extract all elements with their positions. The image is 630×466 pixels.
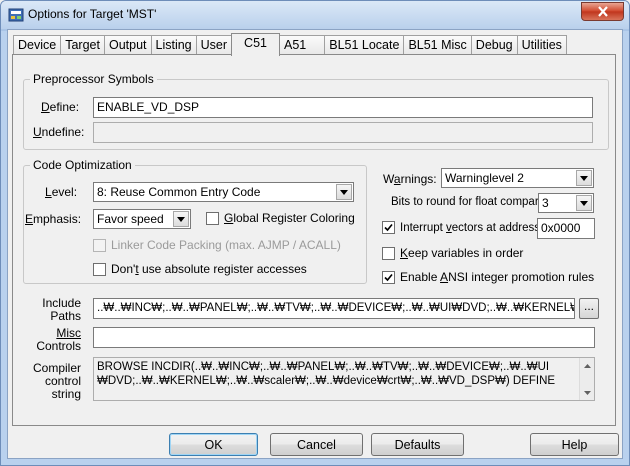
ok-button[interactable]: OK [169,433,258,456]
tab-strip: Device Target Output Listing User C51 A5… [13,33,567,56]
compiler-string-line: ₩DVD;..₩..₩KERNEL₩;..₩..₩scaler₩;..₩..₩d… [97,375,556,387]
checkmark-icon [384,273,393,281]
cancel-button[interactable]: Cancel [270,433,363,456]
warnings-select-value: Warninglevel 2 [445,171,524,185]
checkbox-box[interactable] [93,238,106,252]
global-register-coloring-checkbox[interactable]: Global Register Coloring [206,211,355,225]
define-input[interactable]: ENABLE_VD_DSP [93,97,593,118]
close-icon [597,6,608,17]
misc-controls-label: Misc Controls [36,326,81,353]
include-paths-label: Include Paths [42,296,81,323]
define-label: Define: [41,100,80,114]
compiler-control-string[interactable]: BROWSE INCDIR(..₩..₩INC₩;..₩..₩PANEL₩;..… [93,357,595,401]
emphasis-dropdown-arrow[interactable] [173,211,189,227]
level-select-value: 8: Reuse Common Entry Code [97,185,261,199]
chevron-down-icon [584,390,591,395]
chevron-down-icon [580,175,588,181]
window-title: Options for Target 'MST' [28,7,157,21]
tab-user[interactable]: User [195,35,233,55]
include-paths-input[interactable]: ..₩..₩INC₩;..₩..₩PANEL₩;..₩..₩TV₩;..₩..₩… [93,298,575,319]
dialog-client: Device Target Output Listing User C51 A5… [7,29,623,459]
scroll-down-arrow[interactable] [580,385,595,400]
tab-target[interactable]: Target [60,35,105,55]
browse-include-button[interactable]: ... [579,298,599,319]
level-select[interactable]: 8: Reuse Common Entry Code [93,182,354,202]
ansi-promotion-checkbox[interactable]: Enable ANSI integer promotion rules [382,270,594,284]
tab-debug[interactable]: Debug [470,35,518,55]
checkbox-box[interactable] [206,211,219,225]
scroll-up-arrow[interactable] [580,358,595,373]
keep-variables-checkbox[interactable]: Keep variables in order [382,246,523,260]
bits-round-value: 3 [542,196,549,210]
defaults-button[interactable]: Defaults [371,433,464,456]
ansi-promotion-label: Enable ANSI integer promotion rules [400,270,595,284]
chevron-down-icon [177,216,185,222]
checkbox-box[interactable] [382,221,395,234]
chevron-down-icon [340,189,348,195]
emphasis-select-value: Favor speed [97,212,164,226]
bits-round-dropdown-arrow[interactable] [576,195,592,211]
level-label: Level: [45,185,78,199]
title-bar[interactable]: Options for Target 'MST' [1,1,629,29]
tab-output[interactable]: Output [103,35,152,55]
code-optimization-title: Code Optimization [30,158,135,172]
preprocessor-title: Preprocessor Symbols [30,72,157,86]
tab-bl51-misc[interactable]: BL51 Misc [403,35,472,55]
checkbox-box[interactable] [382,246,395,260]
tab-listing[interactable]: Listing [150,35,197,55]
checkbox-box[interactable] [382,270,395,284]
interrupt-vectors-checkbox[interactable]: Interrupt vectors at address: [382,221,543,234]
emphasis-select[interactable]: Favor speed [93,209,191,229]
chevron-up-icon [584,363,591,368]
dialog-window: Options for Target 'MST' Device Target O… [0,0,630,466]
app-icon [8,8,24,22]
tab-c51[interactable]: C51 [231,33,280,56]
warnings-dropdown-arrow[interactable] [576,170,592,186]
close-button[interactable] [581,2,624,21]
warnings-label: Warnings: [383,172,437,186]
dont-use-absolute-label: Don't use absolute register accesses [111,262,307,276]
checkbox-box[interactable] [93,262,106,276]
emphasis-label: Emphasis: [25,212,82,226]
tab-bl51-locate[interactable]: BL51 Locate [324,35,405,55]
tab-device[interactable]: Device [13,35,62,55]
warnings-select[interactable]: Warninglevel 2 [441,168,594,188]
tab-utilities[interactable]: Utilities [516,35,567,55]
checkmark-icon [384,223,393,232]
compiler-string-line: BROWSE INCDIR(..₩..₩INC₩;..₩..₩PANEL₩;..… [97,361,550,373]
tab-a51[interactable]: A51 [278,35,326,55]
interrupt-address-input[interactable]: 0x0000 [537,218,595,239]
dont-use-absolute-checkbox[interactable]: Don't use absolute register accesses [93,262,307,276]
bits-round-select[interactable]: 3 [538,193,594,213]
linker-code-packing-label: Linker Code Packing (max. AJMP / ACALL) [111,238,341,252]
interrupt-vectors-label: Interrupt vectors at address: [400,221,544,234]
misc-controls-input[interactable] [93,327,595,348]
global-register-coloring-label: Global Register Coloring [224,211,355,225]
linker-code-packing-checkbox[interactable]: Linker Code Packing (max. AJMP / ACALL) [93,238,341,252]
bits-round-label: Bits to round for float compare: [391,196,549,208]
compiler-string-scrollbar[interactable] [579,358,594,400]
chevron-down-icon [580,200,588,206]
level-dropdown-arrow[interactable] [336,184,352,200]
help-button[interactable]: Help [530,433,619,456]
undefine-label: Undefine: [33,125,85,139]
compiler-control-label: Compiler control string [32,361,81,401]
c51-tab-panel: Preprocessor Symbols Define: ENABLE_VD_D… [12,54,616,426]
keep-variables-label: Keep variables in order [400,246,524,260]
undefine-input[interactable] [93,122,593,143]
